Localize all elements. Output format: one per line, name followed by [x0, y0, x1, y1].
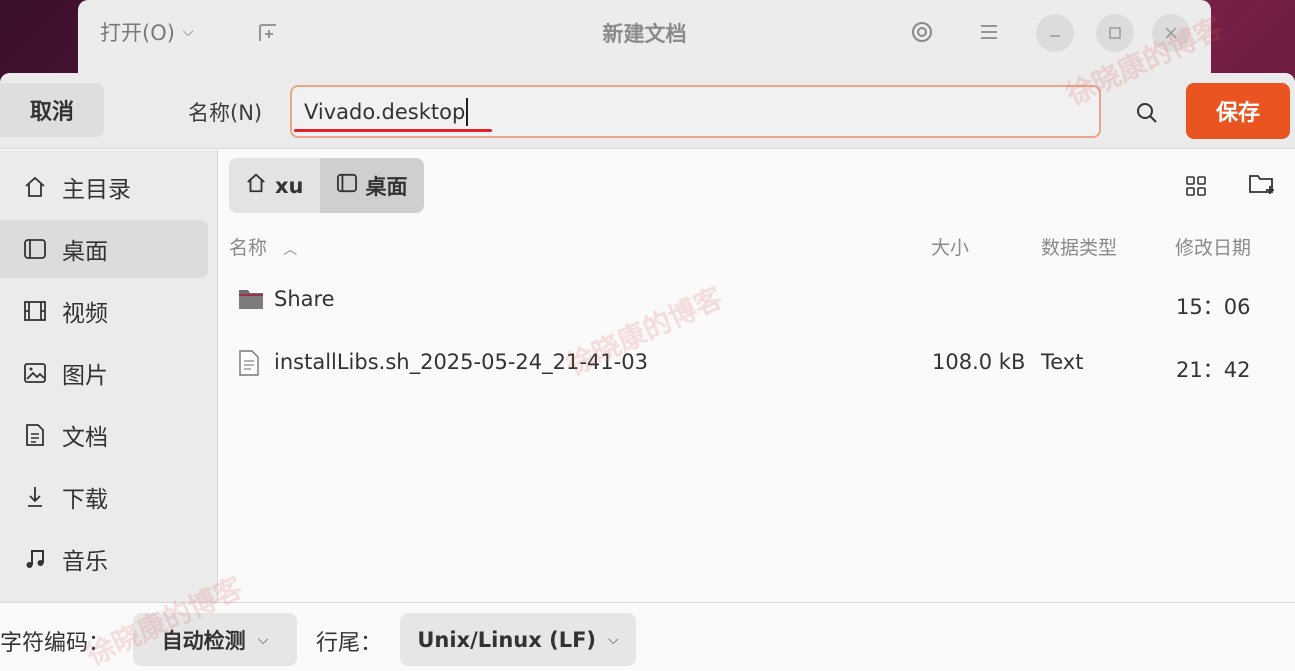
save-dialog: 取消 名称(N) Vivado.desktop 保存 主目录 桌面 视频 图片 … — [0, 73, 1295, 671]
sidebar-item-label: 桌面 — [62, 239, 108, 265]
sidebar-item-label: 主目录 — [62, 177, 131, 203]
sidebar-item-music[interactable]: 音乐 — [0, 530, 208, 588]
breadcrumb-label: 桌面 — [365, 174, 408, 199]
editor-header: 打开(O) ⌵ 新建文档 — [78, 0, 1211, 66]
file-row[interactable]: installLibs.sh_2025-05-24_21-41-03 108.0… — [229, 336, 1295, 394]
encoding-value: 自动检测 — [161, 628, 246, 653]
breadcrumb-home[interactable]: xu — [229, 158, 320, 213]
line-ending-label: 行尾： — [316, 631, 383, 656]
file-name: installLibs.sh_2025-05-24_21-41-03 — [274, 350, 648, 374]
file-modified: 21：42 — [1176, 358, 1251, 382]
encoding-label: 字符编码： — [0, 631, 111, 656]
search-icon[interactable] — [1126, 93, 1168, 133]
file-size: 108.0 kB — [932, 350, 1026, 374]
column-header-name[interactable]: 名称 ︿ — [229, 233, 297, 260]
breadcrumb: xu 桌面 — [229, 158, 424, 213]
sidebar-item-label: 下载 — [62, 487, 108, 513]
sidebar-item-label: 音乐 — [62, 549, 108, 575]
places-sidebar: 主目录 桌面 视频 图片 文档 下载 音乐 — [0, 150, 218, 602]
file-modified: 15：06 — [1176, 295, 1251, 319]
sort-ascending-icon: ︿ — [283, 242, 298, 258]
line-ending-select[interactable]: Unix/Linux (LF) ⌵ — [400, 613, 636, 666]
new-folder-icon[interactable] — [1244, 169, 1280, 199]
sidebar-item-label: 文档 — [62, 425, 108, 451]
sidebar-item-home[interactable]: 主目录 — [0, 158, 208, 216]
dialog-header: 取消 名称(N) Vivado.desktop 保存 — [0, 73, 1295, 149]
column-header-size[interactable]: 大小 — [931, 233, 969, 260]
filename-label: 名称(N) — [188, 101, 263, 125]
sidebar-item-videos[interactable]: 视频 — [0, 282, 208, 340]
file-name: Share — [274, 287, 335, 311]
desktop-icon — [22, 236, 48, 262]
column-header-type[interactable]: 数据类型 — [1041, 233, 1117, 260]
menu-icon[interactable] — [971, 14, 1007, 50]
sidebar-item-label: 视频 — [62, 301, 108, 327]
video-icon — [22, 298, 48, 324]
home-icon — [22, 174, 48, 200]
dialog-footer: 字符编码： 自动检测 ⌵ 行尾： Unix/Linux (LF) ⌵ — [0, 602, 1295, 671]
sidebar-item-documents[interactable]: 文档 — [0, 406, 208, 464]
column-header-label: 名称 — [229, 237, 268, 259]
picture-icon — [22, 360, 48, 386]
editor-window: 打开(O) ⌵ 新建文档 — [78, 0, 1211, 80]
line-ending-value: Unix/Linux (LF) — [417, 627, 597, 652]
column-header-modified[interactable]: 修改日期 — [1175, 233, 1251, 260]
filename-value: Vivado.desktop — [304, 99, 466, 124]
annotation-underline — [294, 129, 492, 132]
sidebar-item-pictures[interactable]: 图片 — [0, 344, 208, 402]
text-file-icon — [238, 350, 264, 376]
download-icon — [22, 484, 48, 510]
encoding-select[interactable]: 自动检测 ⌵ — [133, 613, 297, 666]
document-icon — [22, 422, 48, 448]
sidebar-item-label: 图片 — [62, 363, 108, 389]
minimize-button[interactable] — [1036, 14, 1074, 52]
breadcrumb-label: xu — [275, 173, 304, 198]
desktop-icon — [336, 173, 358, 198]
close-button[interactable] — [1152, 14, 1190, 52]
maximize-button[interactable] — [1096, 14, 1134, 52]
chevron-down-icon: ⌵ — [608, 631, 619, 648]
gear-icon[interactable] — [904, 14, 940, 50]
sidebar-item-downloads[interactable]: 下载 — [0, 468, 208, 526]
chevron-down-icon: ⌵ — [257, 631, 269, 648]
breadcrumb-desktop[interactable]: 桌面 — [319, 158, 424, 213]
home-icon — [245, 172, 267, 199]
file-type: Text — [1041, 350, 1084, 374]
sidebar-item-desktop[interactable]: 桌面 — [0, 220, 208, 278]
cancel-button[interactable]: 取消 — [0, 83, 104, 137]
save-button[interactable]: 保存 — [1186, 83, 1290, 139]
file-row[interactable]: Share 15：06 — [229, 273, 1295, 331]
music-icon — [22, 546, 48, 572]
grid-view-icon[interactable] — [1178, 171, 1214, 201]
folder-icon — [238, 287, 264, 313]
text-caret — [466, 97, 468, 126]
